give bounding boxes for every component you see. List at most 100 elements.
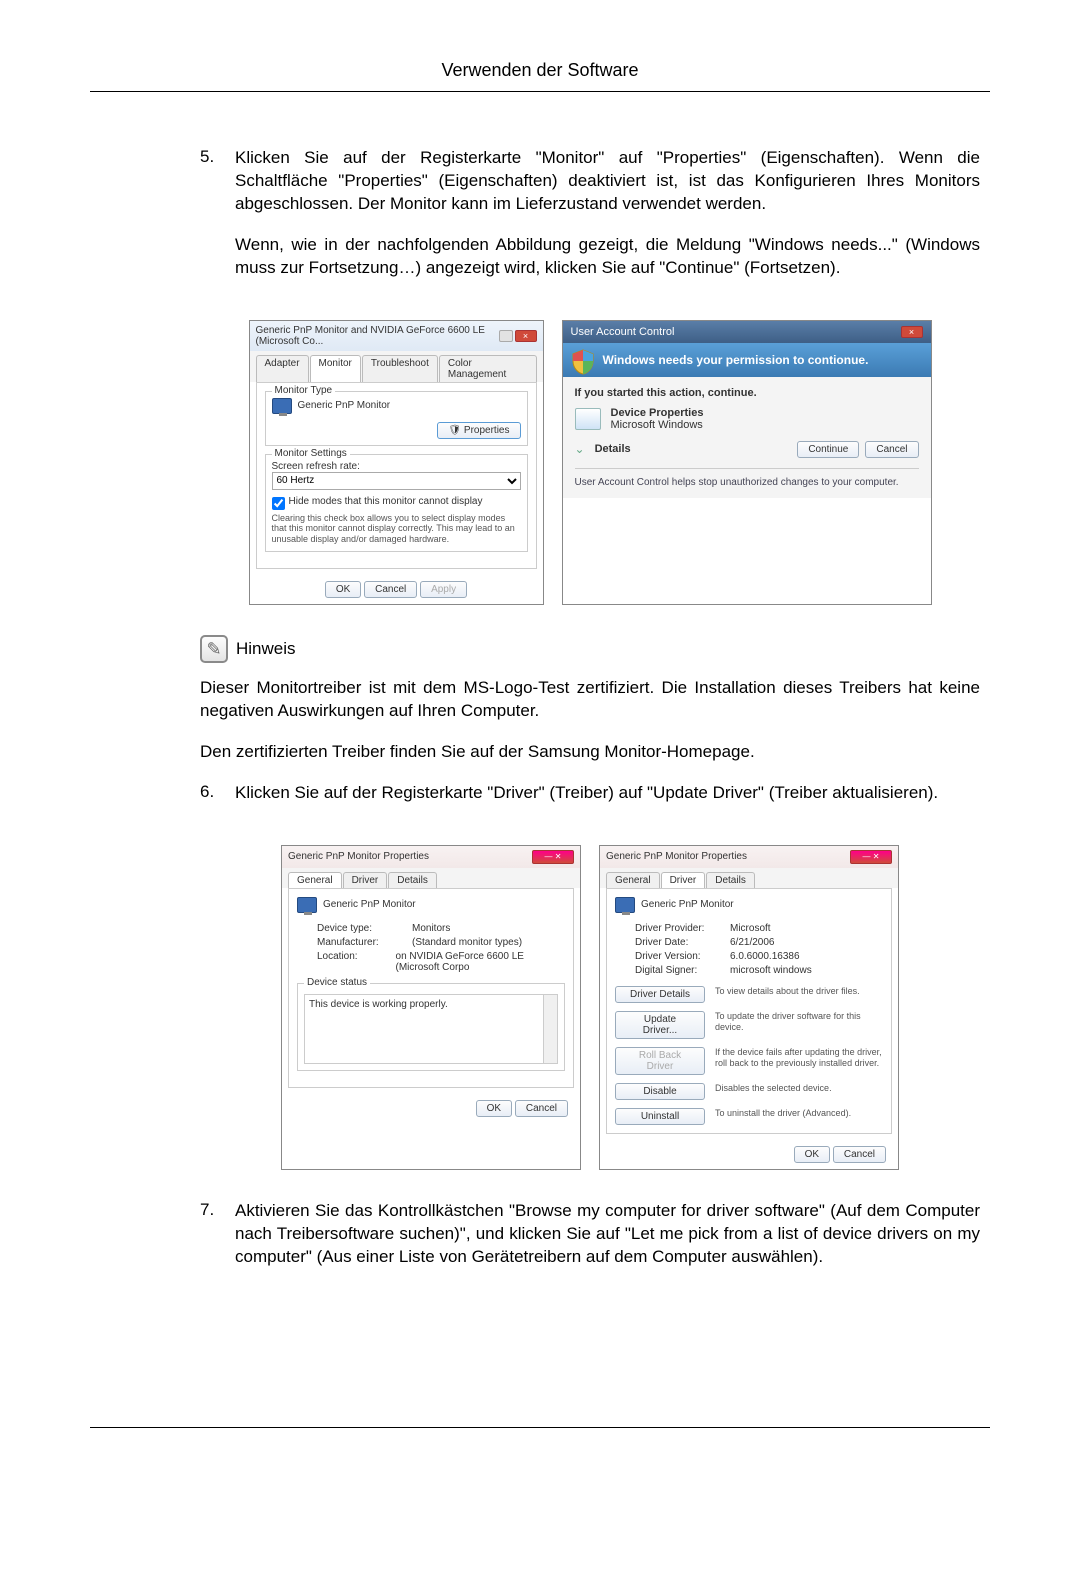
hide-modes-label: Hide modes that this monitor cannot disp…: [289, 496, 483, 507]
close-icon[interactable]: ×: [901, 326, 923, 338]
note-para1: Dieser Monitortreiber ist mit dem MS-Log…: [200, 677, 980, 723]
uac-details-toggle[interactable]: Details: [595, 443, 631, 455]
properties-button[interactable]: 🛡 Properties: [437, 422, 520, 439]
manufacturer-label: Manufacturer:: [317, 937, 412, 948]
step-number: 5.: [200, 147, 235, 298]
step7-para1: Aktivieren Sie das Kontrollkästchen "Bro…: [235, 1200, 980, 1269]
monitor-name: Generic PnP Monitor: [323, 899, 416, 910]
driver-properties-dialog: Generic PnP Monitor Properties — ✕ Gener…: [599, 845, 899, 1170]
monitor-name: Generic PnP Monitor: [298, 400, 391, 411]
device-type-label: Device type:: [317, 923, 412, 934]
step6-para1: Klicken Sie auf der Registerkarte "Drive…: [235, 782, 980, 805]
tab-troubleshoot[interactable]: Troubleshoot: [362, 355, 438, 382]
scrollbar[interactable]: [543, 995, 557, 1063]
step5-para2: Wenn, wie in der nachfolgenden Abbildung…: [235, 234, 980, 280]
rollback-driver-desc: If the device fails after updating the d…: [715, 1047, 883, 1069]
apply-button[interactable]: Apply: [420, 581, 467, 598]
tab-general[interactable]: General: [288, 872, 342, 888]
tab-details[interactable]: Details: [388, 872, 437, 888]
uac-title: User Account Control: [571, 326, 675, 338]
cancel-button[interactable]: Cancel: [865, 441, 918, 458]
driver-date-label: Driver Date:: [635, 937, 730, 948]
cancel-button[interactable]: Cancel: [364, 581, 417, 598]
device-status-label: Device status: [304, 977, 370, 988]
device-type-value: Monitors: [412, 923, 450, 934]
page-header: Verwenden der Software: [90, 60, 990, 92]
location-label: Location:: [317, 951, 396, 973]
general-properties-dialog: Generic PnP Monitor Properties — ✕ Gener…: [281, 845, 581, 1170]
monitor-type-label: Monitor Type: [272, 385, 336, 396]
note-label: Hinweis: [236, 639, 296, 659]
shield-icon: [571, 349, 595, 375]
minimize-icon[interactable]: [499, 330, 513, 342]
uac-headline: Windows needs your permission to contion…: [603, 353, 869, 367]
app-icon: [575, 408, 601, 430]
monitor-icon: [272, 398, 292, 414]
note-para2: Den zertifizierten Treiber finden Sie au…: [200, 741, 980, 764]
manufacturer-value: (Standard monitor types): [412, 937, 522, 948]
dialog-title: Generic PnP Monitor Properties: [288, 851, 429, 862]
dialog-title: Generic PnP Monitor and NVIDIA GeForce 6…: [256, 325, 499, 347]
refresh-rate-select[interactable]: 60 Hertz: [272, 472, 521, 490]
disable-button[interactable]: Disable: [615, 1083, 705, 1100]
cancel-button[interactable]: Cancel: [833, 1146, 886, 1163]
driver-version-value: 6.0.6000.16386: [730, 951, 800, 962]
step-number: 6.: [200, 782, 235, 823]
driver-details-desc: To view details about the driver files.: [715, 986, 883, 997]
tab-details[interactable]: Details: [706, 872, 755, 888]
ok-button[interactable]: OK: [476, 1100, 512, 1117]
ok-button[interactable]: OK: [325, 581, 361, 598]
cancel-button[interactable]: Cancel: [515, 1100, 568, 1117]
screenshot-row-1: Generic PnP Monitor and NVIDIA GeForce 6…: [200, 320, 980, 605]
uninstall-button[interactable]: Uninstall: [615, 1108, 705, 1125]
driver-version-label: Driver Version:: [635, 951, 730, 962]
step-7: 7. Aktivieren Sie das Kontrollkästchen "…: [200, 1200, 980, 1287]
tab-driver[interactable]: Driver: [343, 872, 388, 888]
update-driver-button[interactable]: Update Driver...: [615, 1011, 705, 1039]
monitor-properties-dialog: Generic PnP Monitor and NVIDIA GeForce 6…: [249, 320, 544, 605]
rollback-driver-button[interactable]: Roll Back Driver: [615, 1047, 705, 1075]
digital-signer-value: microsoft windows: [730, 965, 812, 976]
tab-monitor[interactable]: Monitor: [310, 355, 361, 382]
device-status-text: This device is working properly.: [309, 999, 448, 1010]
hide-modes-checkbox[interactable]: [272, 497, 285, 510]
driver-details-button[interactable]: Driver Details: [615, 986, 705, 1003]
tab-general[interactable]: General: [606, 872, 660, 888]
monitor-icon: [297, 897, 317, 913]
step-number: 7.: [200, 1200, 235, 1287]
driver-provider-value: Microsoft: [730, 923, 771, 934]
close-icon[interactable]: — ✕: [850, 850, 892, 864]
refresh-rate-label: Screen refresh rate:: [272, 461, 521, 472]
monitor-name: Generic PnP Monitor: [641, 899, 734, 910]
uac-footer: User Account Control helps stop unauthor…: [575, 468, 919, 488]
driver-provider-label: Driver Provider:: [635, 923, 730, 934]
uac-if-started: If you started this action, continue.: [575, 387, 919, 399]
tab-adapter[interactable]: Adapter: [256, 355, 309, 382]
location-value: on NVIDIA GeForce 6600 LE (Microsoft Cor…: [396, 951, 565, 973]
monitor-settings-label: Monitor Settings: [272, 448, 350, 459]
ok-button[interactable]: OK: [794, 1146, 830, 1163]
step-5: 5. Klicken Sie auf der Registerkarte "Mo…: [200, 147, 980, 298]
hide-modes-hint: Clearing this check box allows you to se…: [272, 513, 521, 545]
uac-app-name: Device Properties: [611, 407, 704, 419]
close-icon[interactable]: — ✕: [532, 850, 574, 864]
digital-signer-label: Digital Signer:: [635, 965, 730, 976]
note-icon: ✎: [200, 635, 228, 663]
uac-vendor: Microsoft Windows: [611, 419, 704, 431]
step5-para1: Klicken Sie auf der Registerkarte "Monit…: [235, 147, 980, 216]
continue-button[interactable]: Continue: [797, 441, 859, 458]
close-icon[interactable]: ×: [515, 330, 537, 342]
driver-date-value: 6/21/2006: [730, 937, 775, 948]
screenshot-row-2: Generic PnP Monitor Properties — ✕ Gener…: [200, 845, 980, 1170]
disable-desc: Disables the selected device.: [715, 1083, 883, 1094]
monitor-icon: [615, 897, 635, 913]
chevron-down-icon[interactable]: ⌄: [575, 442, 585, 456]
dialog-title: Generic PnP Monitor Properties: [606, 851, 747, 862]
footer-divider: [90, 1427, 990, 1428]
uac-dialog: User Account Control × Windows needs you…: [562, 320, 932, 605]
tab-color-management[interactable]: Color Management: [439, 355, 537, 382]
update-driver-desc: To update the driver software for this d…: [715, 1011, 883, 1033]
step-6: 6. Klicken Sie auf der Registerkarte "Dr…: [200, 782, 980, 823]
uninstall-desc: To uninstall the driver (Advanced).: [715, 1108, 883, 1119]
tab-driver[interactable]: Driver: [661, 872, 706, 888]
